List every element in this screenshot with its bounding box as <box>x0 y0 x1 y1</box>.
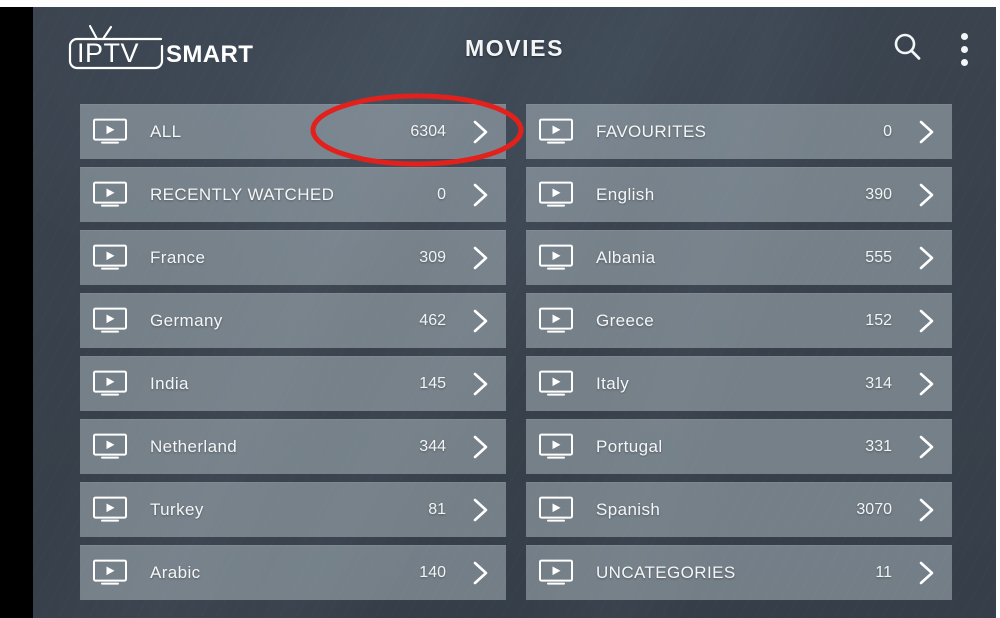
category-count: 145 <box>419 374 446 392</box>
category-row[interactable]: English 390 <box>526 167 952 222</box>
category-label: Turkey <box>150 499 204 519</box>
tv-play-icon <box>92 118 128 145</box>
chevron-right-icon[interactable] <box>470 307 492 335</box>
category-count: 555 <box>865 248 892 266</box>
category-label: Arabic <box>150 562 201 582</box>
category-count: 314 <box>865 374 892 392</box>
tv-play-icon <box>538 307 574 334</box>
category-row[interactable]: India 145 <box>80 356 506 411</box>
category-count: 0 <box>437 185 446 203</box>
category-row[interactable]: Netherland 344 <box>80 419 506 474</box>
tv-play-icon <box>538 181 574 208</box>
category-count: 344 <box>419 437 446 455</box>
tv-play-icon <box>538 118 574 145</box>
category-label: Portugal <box>596 436 663 456</box>
tv-play-icon <box>92 433 128 460</box>
category-row[interactable]: ALL 6304 <box>80 104 506 159</box>
search-icon[interactable] <box>891 31 923 68</box>
category-count: 152 <box>865 311 892 329</box>
category-count: 81 <box>428 500 446 518</box>
tv-play-icon <box>92 559 128 586</box>
tv-play-icon <box>538 433 574 460</box>
category-label: ALL <box>150 121 182 141</box>
page-title: MOVIES <box>464 35 565 61</box>
tv-play-icon <box>538 559 574 586</box>
chevron-right-icon[interactable] <box>916 559 938 587</box>
category-label: Spanish <box>596 499 661 519</box>
chevron-right-icon[interactable] <box>470 244 492 272</box>
category-row[interactable]: Arabic 140 <box>80 545 506 600</box>
tv-play-icon <box>92 307 128 334</box>
category-row[interactable]: Turkey 81 <box>80 482 506 537</box>
category-row[interactable]: FAVOURITES 0 <box>526 104 952 159</box>
category-row[interactable]: Albania 555 <box>526 230 952 285</box>
category-row[interactable]: Germany 462 <box>80 293 506 348</box>
tv-play-icon <box>538 244 574 271</box>
app-header: IPTV SMARTERS MOVIES <box>33 7 996 89</box>
chevron-right-icon[interactable] <box>916 118 938 146</box>
chevron-right-icon[interactable] <box>916 433 938 461</box>
chevron-right-icon[interactable] <box>470 433 492 461</box>
category-label: RECENTLY WATCHED <box>150 184 335 204</box>
tv-play-icon <box>92 370 128 397</box>
chevron-right-icon[interactable] <box>916 307 938 335</box>
category-grid: ALL 6304 FAVOURITES 0 RECENTLY WATCHED 0 En… <box>33 104 996 600</box>
chevron-right-icon[interactable] <box>470 559 492 587</box>
category-row[interactable]: Portugal 331 <box>526 419 952 474</box>
chevron-right-icon[interactable] <box>470 181 492 209</box>
tv-play-icon <box>538 370 574 397</box>
category-label: Greece <box>596 310 655 330</box>
more-vertical-icon[interactable] <box>951 29 978 70</box>
category-row[interactable]: Greece 152 <box>526 293 952 348</box>
category-label: UNCATEGORIES <box>596 562 736 582</box>
category-count: 6304 <box>410 122 446 140</box>
tv-play-icon <box>92 181 128 208</box>
top-white-strip <box>0 0 1000 7</box>
category-row[interactable]: UNCATEGORIES 11 <box>526 545 952 600</box>
left-black-bezel <box>0 7 33 618</box>
chevron-right-icon[interactable] <box>916 244 938 272</box>
category-label: India <box>150 373 189 393</box>
category-count: 331 <box>865 437 892 455</box>
category-row[interactable]: Italy 314 <box>526 356 952 411</box>
category-row[interactable]: RECENTLY WATCHED 0 <box>80 167 506 222</box>
category-label: English <box>596 184 655 204</box>
chevron-right-icon[interactable] <box>916 496 938 524</box>
category-label: Germany <box>150 310 223 330</box>
screenshot-root: IPTV SMARTERS MOVIES <box>0 0 1000 618</box>
category-row[interactable]: Spanish 3070 <box>526 482 952 537</box>
header-actions <box>891 29 978 70</box>
category-label: Netherland <box>150 436 238 456</box>
chevron-right-icon[interactable] <box>470 118 492 146</box>
category-count: 390 <box>865 185 892 203</box>
chevron-right-icon[interactable] <box>916 370 938 398</box>
category-count: 0 <box>883 122 892 140</box>
chevron-right-icon[interactable] <box>916 181 938 209</box>
category-count: 140 <box>419 563 446 581</box>
category-label: Italy <box>596 373 630 393</box>
tv-play-icon <box>92 496 128 523</box>
category-row[interactable]: France 309 <box>80 230 506 285</box>
category-count: 309 <box>419 248 446 266</box>
tv-play-icon <box>92 244 128 271</box>
category-label: Albania <box>596 247 656 267</box>
category-count: 462 <box>419 311 446 329</box>
chevron-right-icon[interactable] <box>470 496 492 524</box>
app-canvas: IPTV SMARTERS MOVIES <box>33 7 996 618</box>
category-count: 3070 <box>856 500 892 518</box>
tv-play-icon <box>538 496 574 523</box>
chevron-right-icon[interactable] <box>470 370 492 398</box>
category-count: 11 <box>875 563 892 581</box>
category-label: FAVOURITES <box>596 121 707 141</box>
category-label: France <box>150 247 206 267</box>
